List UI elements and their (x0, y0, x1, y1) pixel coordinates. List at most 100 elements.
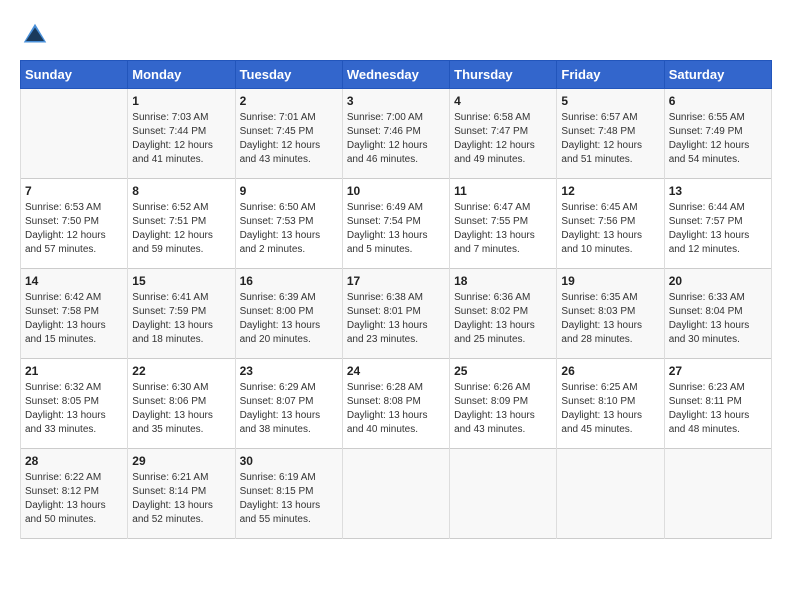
day-cell: 7 Sunrise: 6:53 AM Sunset: 7:50 PM Daylig… (21, 179, 128, 269)
day-number: 6 (669, 94, 767, 108)
day-cell: 20Sunrise: 6:33 AM Sunset: 8:04 PM Dayli… (664, 269, 771, 359)
day-cell (664, 449, 771, 539)
day-cell (21, 89, 128, 179)
header-cell-friday: Friday (557, 61, 664, 89)
day-info: Sunrise: 6:49 AM Sunset: 7:54 PM Dayligh… (347, 201, 445, 257)
day-cell: 30 Sunrise: 6:19 AM Sunset: 8:15 PM Dayli… (235, 449, 342, 539)
week-row-2: 7 Sunrise: 6:53 AM Sunset: 7:50 PM Daylig… (21, 179, 772, 269)
header-cell-saturday: Saturday (664, 61, 771, 89)
day-number: 8 (132, 184, 230, 198)
header-row: SundayMondayTuesdayWednesdayThursdayFrid… (21, 61, 772, 89)
day-info: Sunrise: 6:50 AM Sunset: 7:53 PM Dayligh… (240, 201, 338, 257)
day-info: Sunrise: 6:33 AM Sunset: 8:04 PM Dayligh… (669, 291, 767, 347)
day-info: Sunrise: 6:55 AM Sunset: 7:49 PM Dayligh… (669, 111, 767, 167)
day-info: Sunrise: 6:57 AM Sunset: 7:48 PM Dayligh… (561, 111, 659, 167)
day-info: Sunrise: 6:45 AM Sunset: 7:56 PM Dayligh… (561, 201, 659, 257)
day-cell: 13Sunrise: 6:44 AM Sunset: 7:57 PM Dayli… (664, 179, 771, 269)
day-cell: 23 Sunrise: 6:29 AM Sunset: 8:07 PM Dayli… (235, 359, 342, 449)
day-cell: 1 Sunrise: 7:03 AM Sunset: 7:44 PM Daylig… (128, 89, 235, 179)
day-info: Sunrise: 6:52 AM Sunset: 7:51 PM Dayligh… (132, 201, 230, 257)
day-cell (342, 449, 449, 539)
day-number: 7 (25, 184, 123, 198)
day-info: Sunrise: 6:53 AM Sunset: 7:50 PM Dayligh… (25, 201, 123, 257)
day-number: 14 (25, 274, 123, 288)
day-cell: 3 Sunrise: 7:00 AM Sunset: 7:46 PM Daylig… (342, 89, 449, 179)
day-cell: 19 Sunrise: 6:35 AM Sunset: 8:03 PM Dayli… (557, 269, 664, 359)
day-cell (450, 449, 557, 539)
day-info: Sunrise: 7:00 AM Sunset: 7:46 PM Dayligh… (347, 111, 445, 167)
day-info: Sunrise: 6:22 AM Sunset: 8:12 PM Dayligh… (25, 471, 123, 527)
logo (20, 20, 54, 50)
day-number: 2 (240, 94, 338, 108)
day-cell: 21Sunrise: 6:32 AM Sunset: 8:05 PM Dayli… (21, 359, 128, 449)
day-number: 24 (347, 364, 445, 378)
calendar-table: SundayMondayTuesdayWednesdayThursdayFrid… (20, 60, 772, 539)
day-cell: 5 Sunrise: 6:57 AM Sunset: 7:48 PM Daylig… (557, 89, 664, 179)
day-cell: 18 Sunrise: 6:36 AM Sunset: 8:02 PM Dayli… (450, 269, 557, 359)
week-row-4: 21Sunrise: 6:32 AM Sunset: 8:05 PM Dayli… (21, 359, 772, 449)
day-cell: 11 Sunrise: 6:47 AM Sunset: 7:55 PM Dayli… (450, 179, 557, 269)
day-number: 28 (25, 454, 123, 468)
day-info: Sunrise: 6:25 AM Sunset: 8:10 PM Dayligh… (561, 381, 659, 437)
header-cell-wednesday: Wednesday (342, 61, 449, 89)
day-cell: 9 Sunrise: 6:50 AM Sunset: 7:53 PM Daylig… (235, 179, 342, 269)
day-cell: 29Sunrise: 6:21 AM Sunset: 8:14 PM Dayli… (128, 449, 235, 539)
day-cell: 15 Sunrise: 6:41 AM Sunset: 7:59 PM Dayli… (128, 269, 235, 359)
day-number: 18 (454, 274, 552, 288)
day-info: Sunrise: 6:41 AM Sunset: 7:59 PM Dayligh… (132, 291, 230, 347)
day-cell: 6 Sunrise: 6:55 AM Sunset: 7:49 PM Daylig… (664, 89, 771, 179)
day-info: Sunrise: 6:42 AM Sunset: 7:58 PM Dayligh… (25, 291, 123, 347)
day-number: 13 (669, 184, 767, 198)
day-number: 23 (240, 364, 338, 378)
day-number: 10 (347, 184, 445, 198)
day-number: 19 (561, 274, 659, 288)
day-cell: 28 Sunrise: 6:22 AM Sunset: 8:12 PM Dayli… (21, 449, 128, 539)
day-cell: 4Sunrise: 6:58 AM Sunset: 7:47 PM Daylig… (450, 89, 557, 179)
day-number: 25 (454, 364, 552, 378)
header (20, 20, 772, 50)
week-row-3: 14 Sunrise: 6:42 AM Sunset: 7:58 PM Dayli… (21, 269, 772, 359)
day-info: Sunrise: 6:19 AM Sunset: 8:15 PM Dayligh… (240, 471, 338, 527)
day-info: Sunrise: 6:23 AM Sunset: 8:11 PM Dayligh… (669, 381, 767, 437)
day-info: Sunrise: 7:01 AM Sunset: 7:45 PM Dayligh… (240, 111, 338, 167)
header-cell-sunday: Sunday (21, 61, 128, 89)
day-cell: 24Sunrise: 6:28 AM Sunset: 8:08 PM Dayli… (342, 359, 449, 449)
day-number: 27 (669, 364, 767, 378)
day-info: Sunrise: 6:32 AM Sunset: 8:05 PM Dayligh… (25, 381, 123, 437)
day-number: 30 (240, 454, 338, 468)
day-cell (557, 449, 664, 539)
header-cell-thursday: Thursday (450, 61, 557, 89)
day-info: Sunrise: 6:35 AM Sunset: 8:03 PM Dayligh… (561, 291, 659, 347)
day-number: 11 (454, 184, 552, 198)
day-info: Sunrise: 7:03 AM Sunset: 7:44 PM Dayligh… (132, 111, 230, 167)
day-number: 1 (132, 94, 230, 108)
day-info: Sunrise: 6:47 AM Sunset: 7:55 PM Dayligh… (454, 201, 552, 257)
day-number: 9 (240, 184, 338, 198)
day-info: Sunrise: 6:38 AM Sunset: 8:01 PM Dayligh… (347, 291, 445, 347)
day-info: Sunrise: 6:36 AM Sunset: 8:02 PM Dayligh… (454, 291, 552, 347)
day-number: 17 (347, 274, 445, 288)
day-number: 15 (132, 274, 230, 288)
day-cell: 14 Sunrise: 6:42 AM Sunset: 7:58 PM Dayli… (21, 269, 128, 359)
day-number: 29 (132, 454, 230, 468)
day-cell: 25 Sunrise: 6:26 AM Sunset: 8:09 PM Dayli… (450, 359, 557, 449)
header-cell-tuesday: Tuesday (235, 61, 342, 89)
day-info: Sunrise: 6:26 AM Sunset: 8:09 PM Dayligh… (454, 381, 552, 437)
day-cell: 10 Sunrise: 6:49 AM Sunset: 7:54 PM Dayli… (342, 179, 449, 269)
day-cell: 2 Sunrise: 7:01 AM Sunset: 7:45 PM Daylig… (235, 89, 342, 179)
day-number: 12 (561, 184, 659, 198)
day-number: 3 (347, 94, 445, 108)
day-info: Sunrise: 6:39 AM Sunset: 8:00 PM Dayligh… (240, 291, 338, 347)
logo-icon (20, 20, 50, 50)
day-cell: 22Sunrise: 6:30 AM Sunset: 8:06 PM Dayli… (128, 359, 235, 449)
day-cell: 26 Sunrise: 6:25 AM Sunset: 8:10 PM Dayli… (557, 359, 664, 449)
day-cell: 12 Sunrise: 6:45 AM Sunset: 7:56 PM Dayli… (557, 179, 664, 269)
day-info: Sunrise: 6:29 AM Sunset: 8:07 PM Dayligh… (240, 381, 338, 437)
day-number: 22 (132, 364, 230, 378)
day-number: 4 (454, 94, 552, 108)
day-number: 5 (561, 94, 659, 108)
day-number: 26 (561, 364, 659, 378)
header-cell-monday: Monday (128, 61, 235, 89)
week-row-5: 28 Sunrise: 6:22 AM Sunset: 8:12 PM Dayli… (21, 449, 772, 539)
day-cell: 27 Sunrise: 6:23 AM Sunset: 8:11 PM Dayli… (664, 359, 771, 449)
